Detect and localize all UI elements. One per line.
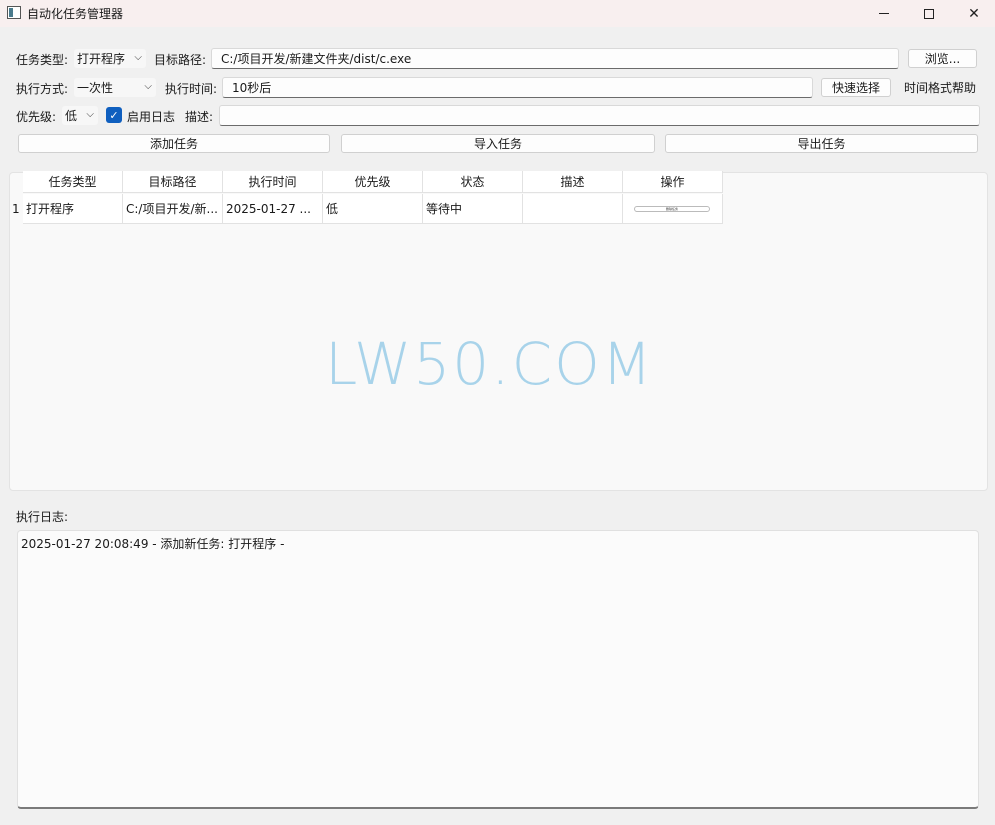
priority-value: 低	[65, 109, 78, 123]
exec-time-label: 执行时间:	[165, 82, 218, 96]
target-path-value: C:/项目开发/新建文件夹/dist/c.exe	[221, 52, 412, 66]
log-label: 执行日志:	[16, 510, 69, 524]
task-type-combo[interactable]: 打开程序 ⌵	[74, 49, 146, 68]
chevron-down-icon: ⌵	[134, 52, 142, 63]
quick-select-button[interactable]: 快速选择	[821, 78, 891, 97]
table-cell-task-type[interactable]: 打开程序	[23, 194, 123, 224]
enable-log-checkbox[interactable]: ✓	[106, 107, 122, 123]
maximize-icon	[924, 8, 934, 19]
log-textarea[interactable]: 2025-01-27 20:08:49 - 添加新任务: 打开程序 -	[17, 530, 979, 809]
maximize-button[interactable]	[906, 0, 952, 27]
priority-label: 优先级:	[16, 110, 57, 124]
table-cell-target-path[interactable]: C:/项目开发/新...	[123, 194, 223, 224]
checkmark-icon: ✓	[109, 108, 119, 122]
exec-mode-combo[interactable]: 一次性 ⌵	[74, 78, 156, 97]
description-input[interactable]	[219, 105, 980, 126]
task-type-value: 打开程序	[77, 52, 126, 66]
export-task-button[interactable]: 导出任务	[665, 134, 978, 153]
column-header-operation[interactable]: 操作	[623, 171, 723, 193]
minimize-icon	[879, 13, 889, 14]
minimize-button[interactable]	[861, 0, 907, 27]
target-path-input[interactable]: C:/项目开发/新建文件夹/dist/c.exe	[211, 48, 899, 69]
column-header-exec-time[interactable]: 执行时间	[223, 171, 323, 193]
column-header-description[interactable]: 描述	[523, 171, 623, 193]
close-icon: ✕	[968, 5, 980, 22]
priority-combo[interactable]: 低 ⌵	[62, 106, 98, 125]
close-button[interactable]: ✕	[951, 0, 995, 27]
exec-time-input[interactable]: 10秒后	[222, 77, 813, 98]
task-type-label: 任务类型:	[16, 53, 69, 67]
table-cell-status[interactable]: 等待中	[423, 194, 523, 224]
watermark: LW50.COM	[325, 330, 654, 398]
target-path-label: 目标路径:	[154, 53, 207, 67]
exec-mode-label: 执行方式:	[16, 82, 69, 96]
delete-task-button[interactable]: 删除任务	[634, 206, 710, 212]
table-cell-priority[interactable]: 低	[323, 194, 423, 224]
exec-mode-value: 一次性	[77, 81, 114, 95]
title-bar: 自动化任务管理器 ✕	[0, 0, 995, 27]
chevron-down-icon: ⌵	[144, 81, 152, 92]
column-header-status[interactable]: 状态	[423, 171, 523, 193]
add-task-button[interactable]: 添加任务	[18, 134, 330, 153]
description-label: 描述:	[185, 110, 214, 124]
time-help-button[interactable]: 时间格式帮助	[900, 78, 980, 97]
window-title: 自动化任务管理器	[27, 7, 124, 21]
chevron-down-icon: ⌵	[86, 109, 94, 120]
exec-time-value: 10秒后	[232, 81, 272, 95]
column-header-task-type[interactable]: 任务类型	[23, 171, 123, 193]
column-header-priority[interactable]: 优先级	[323, 171, 423, 193]
browse-button[interactable]: 浏览...	[908, 49, 977, 68]
enable-log-label: 启用日志	[127, 110, 176, 124]
column-header-target-path[interactable]: 目标路径	[123, 171, 223, 193]
import-task-button[interactable]: 导入任务	[341, 134, 655, 153]
row-number[interactable]: 1	[12, 202, 20, 216]
table-cell-description[interactable]	[523, 194, 623, 224]
app-icon	[7, 6, 21, 19]
table-cell-exec-time[interactable]: 2025-01-27 ...	[223, 194, 323, 224]
log-entry: 2025-01-27 20:08:49 - 添加新任务: 打开程序 -	[21, 537, 285, 551]
